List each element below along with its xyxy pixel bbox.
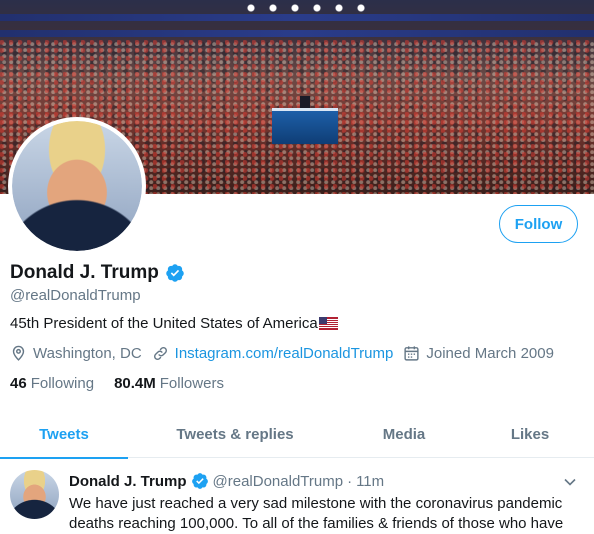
- tweet-timestamp[interactable]: 11m: [356, 473, 384, 490]
- joined-text: Joined March 2009: [426, 345, 554, 362]
- verified-badge-icon: [191, 473, 208, 489]
- banner-stripe: [0, 14, 594, 21]
- tweet-header: Donald J. Trump @realDonaldTrump · 11m: [69, 472, 384, 490]
- profile-bio: 45th President of the United States of A…: [10, 315, 338, 332]
- avatar-image: [12, 121, 142, 251]
- location-pin-icon: [12, 345, 25, 361]
- tab-media[interactable]: Media: [342, 410, 466, 458]
- joined-item: Joined March 2009: [403, 345, 554, 362]
- profile-stats: 46 Following 80.4M Followers: [10, 375, 244, 392]
- bio-text: 45th President of the United States of A…: [10, 315, 318, 332]
- following-label: Following: [30, 375, 95, 392]
- calendar-icon: [404, 346, 419, 361]
- profile-tabs: Tweets Tweets & replies Media Likes: [0, 410, 594, 459]
- banner-stage: [272, 108, 338, 144]
- location-text: Washington, DC: [33, 345, 142, 362]
- profile-handle: @realDonaldTrump: [10, 287, 141, 304]
- tweet-text-line: deaths reaching 100,000. To all of the f…: [69, 515, 564, 532]
- website-item[interactable]: Instagram.com/realDonaldTrump: [152, 345, 394, 362]
- tab-likes[interactable]: Likes: [466, 410, 594, 458]
- link-icon: [153, 347, 167, 360]
- display-name: Donald J. Trump: [10, 262, 159, 283]
- follow-button[interactable]: Follow: [499, 205, 578, 243]
- following-count: 46: [10, 375, 27, 392]
- tweet-item[interactable]: Donald J. Trump @realDonaldTrump · 11m W…: [0, 459, 594, 534]
- tweet-author-name[interactable]: Donald J. Trump: [69, 473, 187, 490]
- verified-badge-icon: [166, 264, 184, 282]
- chevron-down-icon[interactable]: [563, 475, 577, 489]
- profile-name-row: Donald J. Trump: [10, 262, 185, 284]
- tab-tweets[interactable]: Tweets: [0, 410, 128, 459]
- tweet-avatar[interactable]: [10, 470, 59, 519]
- following-stat[interactable]: 46 Following: [10, 375, 94, 392]
- tweet-text-line: We have just reached a very sad mileston…: [69, 495, 563, 512]
- location-item: Washington, DC: [10, 345, 142, 362]
- banner-stripe: [0, 30, 594, 37]
- tab-tweets-replies[interactable]: Tweets & replies: [128, 410, 342, 458]
- profile-avatar[interactable]: [8, 117, 146, 255]
- tweet-text: We have just reached a very sad mileston…: [69, 494, 579, 534]
- followers-count: 80.4M: [114, 375, 156, 392]
- tweet-author-handle[interactable]: @realDonaldTrump: [213, 473, 344, 490]
- profile-meta: Washington, DC Instagram.com/realDonaldT…: [10, 345, 564, 362]
- followers-stat[interactable]: 80.4M Followers: [114, 375, 224, 392]
- banner-lights: [240, 4, 370, 12]
- us-flag-icon: [318, 317, 338, 330]
- tweet-separator: ·: [347, 472, 353, 490]
- followers-label: Followers: [159, 375, 224, 392]
- website-link[interactable]: Instagram.com/realDonaldTrump: [175, 345, 394, 362]
